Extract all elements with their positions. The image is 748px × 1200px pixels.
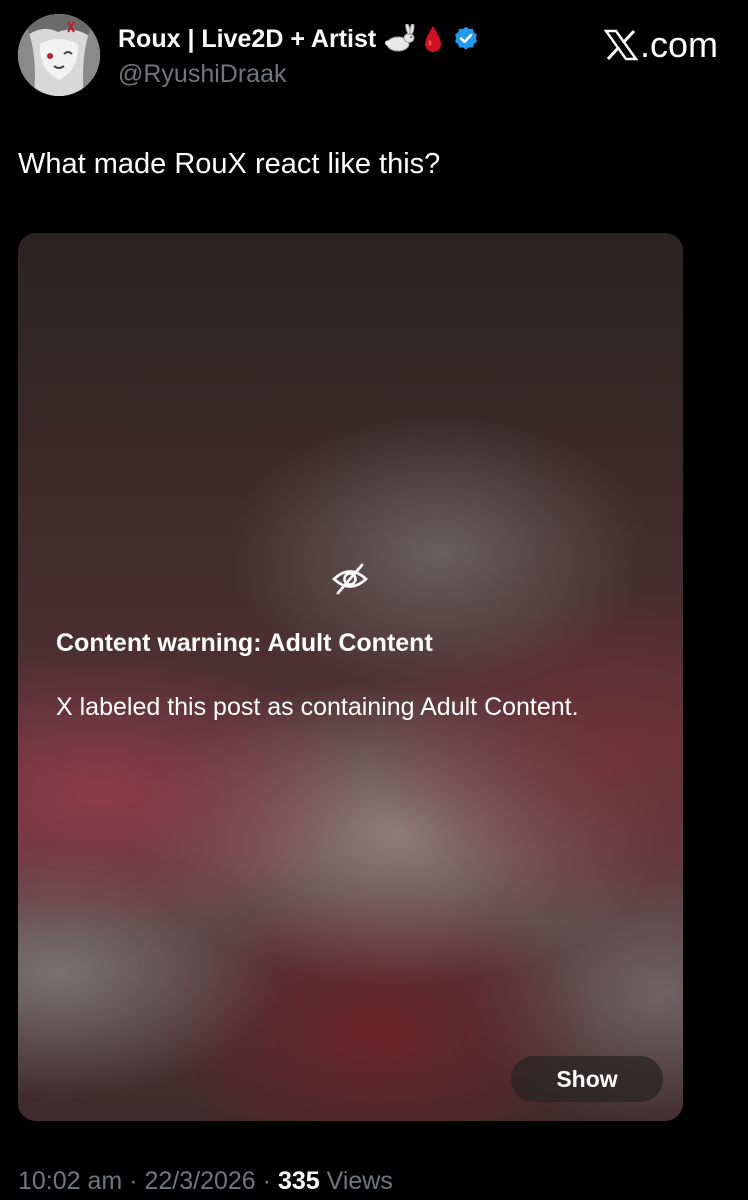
user-handle[interactable]: @RyushiDraak [118, 60, 480, 89]
content-warning-description: X labeled this post as containing Adult … [56, 693, 579, 721]
tweet-text: What made RouX react like this? [18, 148, 441, 180]
meta-separator: · [262, 1167, 271, 1195]
blood-drop-emoji-icon [425, 26, 442, 52]
avatar[interactable] [18, 14, 100, 96]
tweet-header: Roux | Live2D + Artist @RyushiDraak .com [18, 14, 730, 98]
sensitive-media[interactable]: Content warning: Adult Content X labeled… [18, 233, 683, 1121]
blurred-image [18, 233, 683, 1121]
user-block: Roux | Live2D + Artist @RyushiDraak [118, 20, 480, 89]
views-count: 335 [277, 1167, 320, 1195]
rabbit-emoji-icon [385, 24, 415, 52]
display-name[interactable]: Roux | Live2D + Artist [118, 25, 376, 54]
eye-off-icon [332, 563, 368, 595]
tweet-date[interactable]: 22/3/2026 [144, 1167, 255, 1195]
site-logo: .com [603, 24, 718, 66]
site-label: .com [639, 24, 718, 65]
meta-separator: · [129, 1167, 138, 1195]
views-label: Views [326, 1167, 393, 1195]
show-button[interactable]: Show [511, 1056, 663, 1102]
tweet-meta: 10:02 am · 22/3/2026 · 335 Views [18, 1167, 393, 1196]
name-row: Roux | Live2D + Artist [118, 20, 480, 58]
verified-badge-icon [455, 26, 478, 50]
tweet-time[interactable]: 10:02 am [18, 1167, 122, 1195]
x-logo-icon [603, 29, 638, 61]
content-warning-title: Content warning: Adult Content [56, 629, 433, 657]
